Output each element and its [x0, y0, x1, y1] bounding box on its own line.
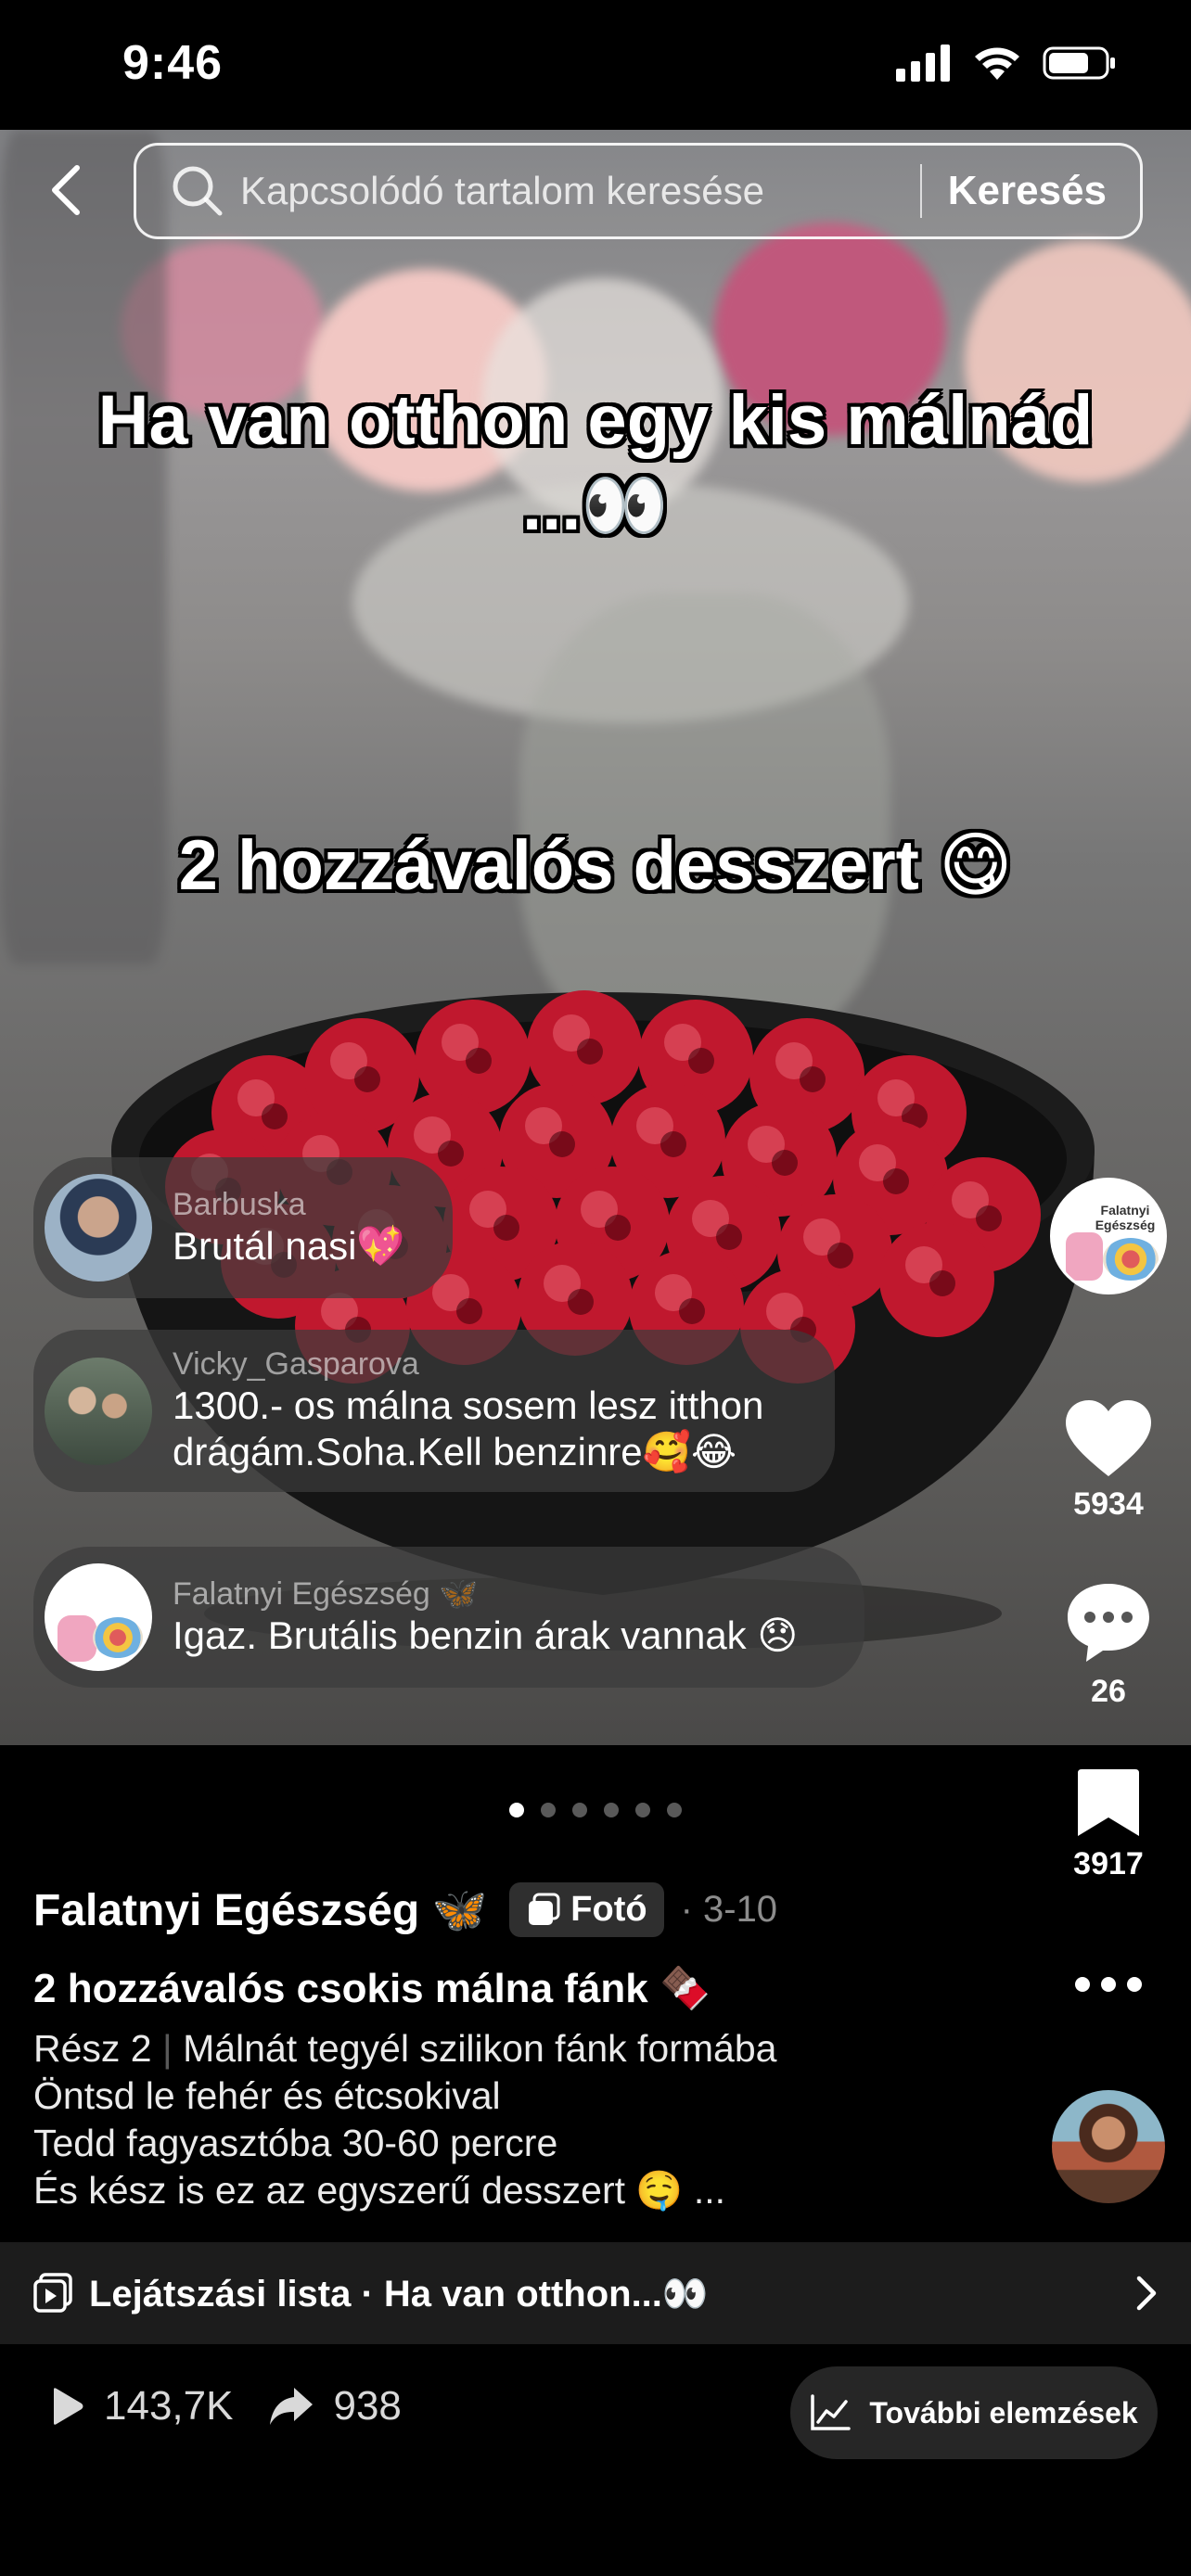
raspberry-hollow	[456, 1298, 482, 1324]
status-icons	[896, 45, 1117, 82]
post-part-label: Rész 2	[33, 2027, 152, 2070]
share-count: 938	[333, 2383, 402, 2429]
description-line: Málnát tegyél szilikon fánk formába	[183, 2027, 777, 2070]
raspberry-hollow	[929, 1270, 955, 1296]
post-type-badge: Fotó	[509, 1882, 664, 1937]
divider: |	[162, 2027, 173, 2070]
image-caption-line1: Ha van otthon egy kis málnád	[97, 381, 1094, 460]
save-count: 3917	[1073, 1846, 1144, 1881]
comment-bubble-icon	[1068, 1584, 1149, 1662]
image-caption-line2: ...👀	[522, 466, 669, 545]
search-submit-button[interactable]: Keresés	[948, 168, 1107, 214]
status-time: 9:46	[122, 36, 224, 90]
raspberry-hollow	[577, 1039, 603, 1065]
author-row: Falatnyi Egészség 🦋 Fotó · 3-10	[33, 1882, 777, 1937]
comment-text: Brutál nasi💖	[173, 1223, 405, 1268]
description-line: Öntsd le fehér és étcsokival	[33, 2074, 501, 2117]
search-divider	[919, 164, 922, 218]
raspberry-hollow	[688, 1048, 714, 1074]
analytics-chart-icon	[811, 2394, 852, 2430]
floating-comment[interactable]: Falatnyi Egészség 🦋 Igaz. Brutális benzi…	[33, 1547, 864, 1688]
comment-count: 26	[1091, 1674, 1126, 1709]
image-caption-subtitle: 2 hozzávalós desszert 😋	[178, 826, 1013, 905]
comment-text-line1: 1300.- os málna sosem lesz itthon	[173, 1384, 764, 1427]
playlist-bar[interactable]: Lejátszási lista · Ha van otthon...👀	[0, 2242, 1191, 2344]
raspberry-hollow	[800, 1066, 826, 1092]
carousel-dot	[667, 1803, 682, 1817]
comment-username: Falatnyi Egészség 🦋	[173, 1576, 479, 1612]
more-analytics-button[interactable]: További elemzések	[790, 2366, 1158, 2459]
carousel-dot	[635, 1803, 650, 1817]
raspberry-hollow	[549, 1131, 575, 1157]
comment-text: Igaz. Brutális benzin árak vannak 😞	[173, 1613, 799, 1657]
more-horizontal-icon	[1075, 1977, 1142, 1992]
raspberry-hollow	[772, 1150, 798, 1176]
author-name[interactable]: Falatnyi Egészség 🦋	[33, 1883, 487, 1936]
signal-icon	[896, 45, 950, 82]
description-line: Tedd fagyasztóba 30-60 percre	[33, 2122, 558, 2164]
raspberry-hollow	[827, 1243, 853, 1269]
search-input[interactable]: Kapcsolódó tartalom keresése	[240, 169, 920, 213]
more-analytics-label: További elemzések	[869, 2395, 1138, 2429]
heart-icon	[1066, 1400, 1151, 1476]
raspberry-hollow	[493, 1215, 519, 1241]
raspberry-hollow	[976, 1205, 1002, 1231]
post-type-label: Fotó	[570, 1890, 647, 1929]
chevron-right-icon	[1136, 2276, 1157, 2311]
post-date: · 3-10	[680, 1889, 778, 1930]
description-line: És kész is ez az egyszerű desszert 🤤 ...	[33, 2169, 726, 2212]
sound-avatar-button[interactable]	[1050, 2090, 1167, 2203]
raspberry-hollow	[883, 1168, 909, 1194]
search-bar[interactable]: Kapcsolódó tartalom keresése Keresés	[134, 143, 1143, 239]
post-description[interactable]: Rész 2 | Málnát tegyél szilikon fánk for…	[33, 2025, 776, 2214]
wifi-icon	[975, 47, 1019, 80]
raspberry-hollow	[262, 1103, 288, 1129]
playlist-icon	[33, 2273, 72, 2313]
raspberry-hollow	[605, 1215, 631, 1241]
avatar[interactable]: Falatnyi Egészség	[1050, 1178, 1167, 1294]
avatar[interactable]	[45, 1357, 152, 1465]
post-title: 2 hozzávalós csokis málna fánk 🍫	[33, 1966, 711, 2011]
chevron-left-icon	[52, 165, 80, 215]
avatar[interactable]	[45, 1174, 152, 1282]
save-button[interactable]: 3917	[1050, 1767, 1167, 1882]
raspberry-hollow	[438, 1141, 464, 1167]
playlist-label: Lejátszási lista · Ha van otthon...👀	[89, 2273, 709, 2315]
carousel-dot	[541, 1803, 556, 1817]
comment-button[interactable]: 26	[1050, 1580, 1167, 1710]
avatar[interactable]	[45, 1563, 152, 1671]
photo-stack-icon	[529, 1893, 560, 1925]
raspberry-hollow	[679, 1298, 705, 1324]
post-image[interactable]	[0, 130, 1191, 1745]
like-count: 5934	[1073, 1486, 1144, 1522]
raspberry-hollow	[354, 1066, 380, 1092]
view-count: 143,7K	[104, 2383, 234, 2429]
comment-username: Barbuska	[173, 1186, 306, 1222]
avatar[interactable]	[1052, 2090, 1165, 2203]
raspberry-hollow	[568, 1289, 594, 1315]
carousel-indicator	[0, 1803, 1191, 1817]
raspberry-hollow	[716, 1224, 742, 1250]
carousel-dot	[604, 1803, 619, 1817]
more-options-button[interactable]	[1050, 1973, 1167, 2000]
like-button[interactable]: 5934	[1050, 1398, 1167, 1523]
stats-row: 143,7K 938	[48, 2383, 402, 2429]
comment-username: Vicky_Gasparova	[173, 1346, 419, 1382]
share-icon	[270, 2388, 314, 2425]
profile-button[interactable]: Falatnyi Egészség	[1050, 1178, 1167, 1294]
back-button[interactable]	[33, 158, 98, 223]
carousel-dot	[509, 1803, 524, 1817]
search-icon	[173, 166, 223, 216]
play-icon	[54, 2388, 83, 2425]
raspberry-hollow	[660, 1131, 686, 1157]
floating-comment[interactable]: Vicky_Gasparova 1300.- os málna sosem le…	[33, 1330, 835, 1492]
raspberry-bowl-illustration	[111, 990, 1095, 1651]
raspberry-hollow	[466, 1048, 492, 1074]
comment-text-line2: drágám.Soha.Kell benzinre🥰😂	[173, 1430, 737, 1473]
battery-icon	[1043, 46, 1115, 80]
floating-comment[interactable]: Barbuska Brutál nasi💖	[33, 1157, 453, 1298]
profile-badge-text: Falatnyi Egészség	[1095, 1203, 1156, 1232]
carousel-dot	[572, 1803, 587, 1817]
